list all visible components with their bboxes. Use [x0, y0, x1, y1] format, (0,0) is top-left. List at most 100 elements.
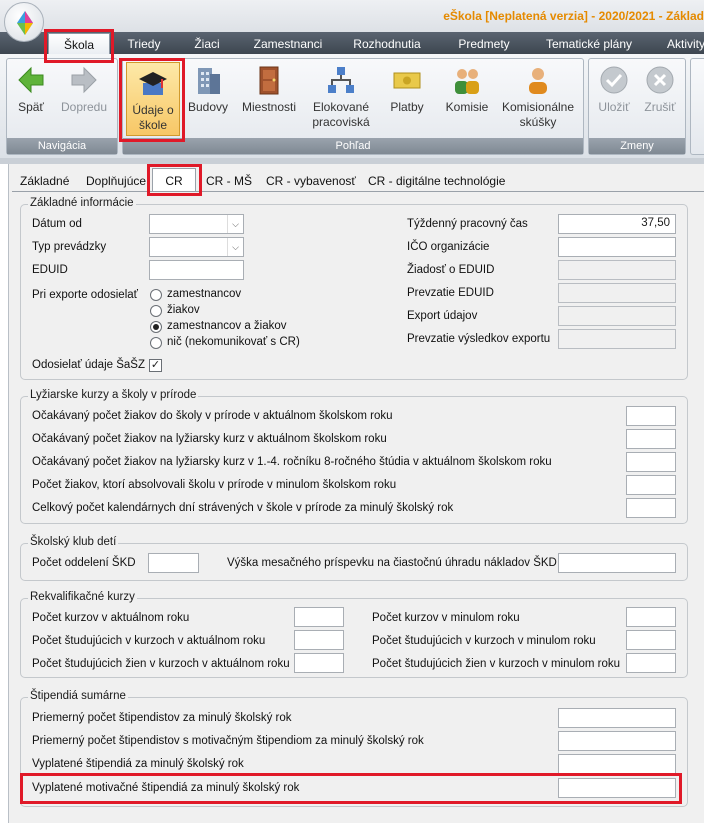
requal-left-input[interactable] [294, 607, 344, 627]
scholarship-row-input[interactable] [558, 708, 676, 728]
people-icon [451, 64, 483, 96]
subtab-doplnujuce[interactable]: Doplňujúce [86, 171, 148, 192]
export-send-label: Pri exporte odosielať [32, 289, 138, 301]
highlight-school-data [119, 58, 185, 142]
ico-input[interactable] [558, 237, 676, 257]
network-icon [325, 64, 357, 96]
close-icon [644, 64, 676, 96]
subtab-cr-ms[interactable]: CR - MŠ [206, 171, 258, 192]
forward-button[interactable]: Dopredu [56, 60, 112, 115]
chevron-down-icon[interactable]: ⌵ [227, 238, 243, 256]
detached-label-2: pracoviská [312, 115, 370, 129]
radio-nic[interactable] [150, 337, 162, 349]
ribbon-group-cut [690, 58, 704, 155]
highlight-menu-tab [44, 29, 114, 63]
commission-exams-label-1: Komisionálne [501, 100, 575, 114]
ski-row-input[interactable] [626, 498, 676, 518]
weekly-hours-input[interactable]: 37,50 [558, 214, 676, 234]
radio-zamestnancov-a-ziakov[interactable] [150, 321, 162, 333]
eduid-takeover-label: Prevzatie EDUID [407, 287, 494, 299]
menu-tab-aktivity[interactable]: Aktivity [656, 35, 704, 54]
group-caption-changes: Zmeny [589, 138, 685, 154]
radio-label-ziakov: žiakov [167, 304, 200, 316]
subtab-cr-digitalne[interactable]: CR - digitálne technológie [368, 171, 508, 192]
requal-right-input[interactable] [626, 607, 676, 627]
menu-tab-rozhodnutia[interactable]: Rozhodnutia [346, 35, 428, 54]
examiners-icon [522, 64, 554, 96]
eduid-input[interactable] [149, 260, 244, 280]
operation-type-select[interactable]: ⌵ [149, 237, 244, 257]
cancel-label: Zrušiť [644, 100, 676, 114]
requal-left-label: Počet kurzov v aktuálnom roku [32, 612, 190, 624]
skd-departments-label: Počet oddelení ŠKD [32, 557, 136, 569]
send-sasz-label: Odosielať údaje ŠaŠZ [32, 359, 145, 371]
requal-left-label: Počet študujúcich v kurzoch v aktuálnom … [32, 635, 266, 647]
highlight-cr-tab [147, 164, 202, 196]
commission-exams-button[interactable]: Komisionálne skúšky [498, 60, 578, 130]
group-caption-navigation: Navigácia [7, 138, 117, 154]
highlight-motivational-row [20, 773, 682, 804]
rooms-button[interactable]: Miestnosti [238, 60, 300, 115]
radio-ziakov[interactable] [150, 305, 162, 317]
scholarship-row-label: Priemerný počet štipendistov za minulý š… [32, 712, 292, 724]
requal-left-input[interactable] [294, 653, 344, 673]
subtab-zakladne[interactable]: Základné [20, 171, 82, 192]
data-export-label: Export údajov [407, 310, 478, 322]
ski-row-label: Celkový počet kalendárnych dní strávenýc… [32, 502, 454, 514]
skd-legend: Školský klub detí [28, 536, 119, 548]
commissions-label: Komisie [445, 100, 489, 114]
requal-left-label: Počet študujúcich žien v kurzoch v aktuá… [32, 658, 290, 670]
send-sasz-checkbox[interactable]: ✓ [149, 359, 162, 372]
save-label: Uložiť [598, 100, 630, 114]
chevron-down-icon[interactable]: ⌵ [227, 215, 243, 233]
export-results-field [558, 329, 676, 349]
date-from-input[interactable]: ⌵ [149, 214, 244, 234]
menu-tab-tematicke-plany[interactable]: Tematické plány [538, 35, 640, 54]
skd-fee-input[interactable] [558, 553, 676, 573]
ski-row-input[interactable] [626, 406, 676, 426]
money-icon [391, 64, 423, 96]
subtab-cr-vybavenost[interactable]: CR - vybavenosť [266, 171, 362, 192]
buildings-label: Budovy [187, 100, 229, 114]
menu-tab-ziaci[interactable]: Žiaci [184, 35, 230, 54]
cancel-button[interactable]: Zrušiť [640, 60, 680, 115]
scholarship-row-input[interactable] [558, 731, 676, 751]
eduid-request-field [558, 260, 676, 280]
radio-zamestnancov[interactable] [150, 289, 162, 301]
ico-label: IČO organizácie [407, 241, 490, 253]
ski-row-label: Očakávaný počet žiakov do školy v prírod… [32, 410, 393, 422]
back-arrow-icon [15, 64, 47, 96]
ski-row-input[interactable] [626, 475, 676, 495]
ski-row-input[interactable] [626, 429, 676, 449]
menu-tab-predmety[interactable]: Predmety [448, 35, 520, 54]
scholarship-row-input[interactable] [558, 754, 676, 774]
detached-workplaces-button[interactable]: Elokované pracoviská [306, 60, 376, 130]
eduid-takeover-field [558, 283, 676, 303]
requal-right-label: Počet kurzov v minulom roku [372, 612, 520, 624]
ski-row-input[interactable] [626, 452, 676, 472]
export-results-label: Prevzatie výsledkov exportu [407, 333, 551, 345]
forward-label: Dopredu [60, 100, 108, 114]
back-button[interactable]: Späť [10, 60, 52, 115]
ski-courses-legend: Lyžiarske kurzy a školy v prírode [28, 389, 199, 401]
detached-label-1: Elokované [312, 100, 370, 114]
window-title: eŠkola [Neplatená verzia] - 2020/2021 - … [443, 9, 704, 23]
menu-tab-triedy[interactable]: Triedy [118, 35, 170, 54]
buildings-button[interactable]: Budovy [184, 60, 232, 115]
eduid-request-label: Žiadosť o EDUID [407, 264, 495, 276]
scholarship-row-label: Priemerný počet štipendistov s motivačný… [32, 735, 424, 747]
ski-row-label: Počet žiakov, ktorí absolvovali školu v … [32, 479, 397, 491]
operation-type-label: Typ prevádzky [32, 241, 107, 253]
skd-departments-input[interactable] [148, 553, 199, 573]
requal-right-input[interactable] [626, 630, 676, 650]
requal-right-label: Počet študujúcich žien v kurzoch v minul… [372, 658, 620, 670]
app-logo-icon[interactable] [4, 2, 44, 42]
commission-exams-label-2: skúšky [519, 115, 557, 129]
payments-button[interactable]: Platby [386, 60, 428, 115]
group-caption-view: Pohľad [123, 138, 583, 154]
requal-right-input[interactable] [626, 653, 676, 673]
requal-left-input[interactable] [294, 630, 344, 650]
menu-tab-zamestnanci[interactable]: Zamestnanci [246, 35, 330, 54]
save-button[interactable]: Uložiť [594, 60, 634, 115]
commissions-button[interactable]: Komisie [442, 60, 492, 115]
